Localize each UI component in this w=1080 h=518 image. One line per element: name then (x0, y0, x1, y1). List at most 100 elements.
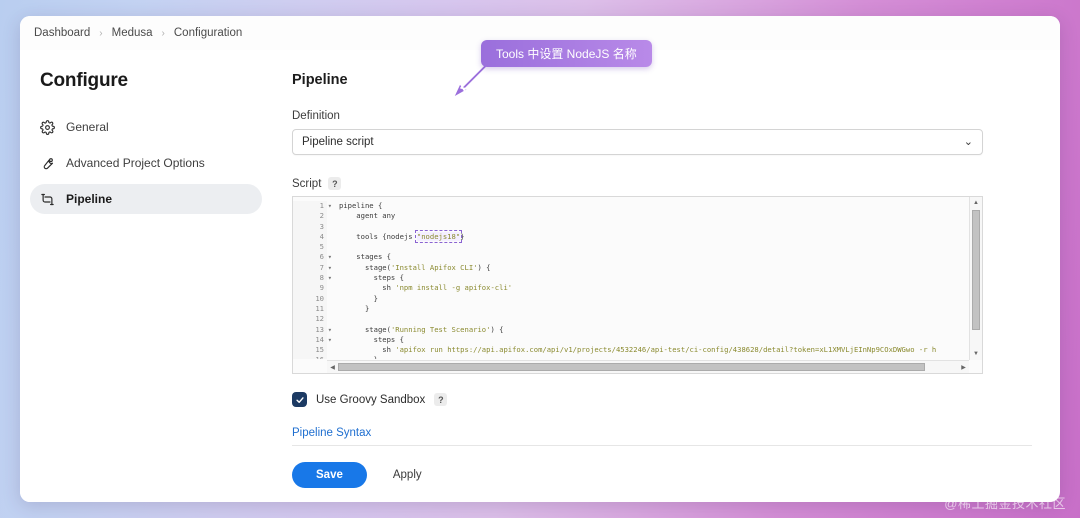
code-line: 16 } (293, 355, 968, 359)
code-line-text: agent any (339, 211, 396, 221)
pipeline-icon (40, 192, 55, 207)
scroll-left-icon[interactable]: ◀ (327, 361, 338, 373)
code-line-number: 13 ▾ (293, 324, 332, 335)
editor-horizontal-scrollbar[interactable]: ◀ ▶ (327, 360, 969, 373)
code-line-number: 9 (293, 283, 327, 294)
vertical-scroll-thumb[interactable] (972, 210, 980, 330)
definition-label: Definition (292, 110, 340, 122)
help-icon[interactable]: ? (434, 393, 448, 406)
script-editor-content: 1 ▾ pipeline {2 agent any 3 4 tools {nodejs … (293, 197, 968, 359)
code-line-number: 4 (293, 231, 327, 243)
code-line-text: } (327, 355, 378, 359)
code-line: 5 (293, 242, 968, 253)
code-line: 8 ▾ steps { (293, 273, 968, 284)
code-line-text: sh 'apifox run https://api.apifox.com/ap… (339, 345, 937, 355)
code-line: 3 (293, 221, 968, 232)
horizontal-scroll-thumb[interactable] (338, 363, 925, 371)
script-label-row: Script ? (292, 177, 1032, 190)
page-title: Configure (40, 70, 128, 91)
breadcrumb-item-configuration[interactable]: Configuration (174, 27, 242, 39)
code-line-text (327, 314, 339, 324)
scroll-down-icon[interactable]: ▼ (970, 348, 982, 360)
code-line-text: stages { (339, 252, 391, 262)
code-line-text: stage('Install Apifox CLI') { (339, 262, 491, 272)
code-string-literal: 'npm install -g apifox-cli' (395, 283, 513, 293)
gear-icon (40, 119, 55, 135)
code-line: 15 sh 'apifox run https://api.apifox.com… (293, 345, 968, 356)
code-line-text: steps { (339, 334, 404, 344)
help-icon[interactable]: ? (328, 177, 342, 190)
save-button[interactable]: Save (292, 462, 367, 488)
code-line-text: sh 'npm install -g apifox-cli' (339, 283, 513, 293)
code-line-number: 1 ▾ (293, 201, 332, 212)
code-line: 10 } (293, 293, 968, 304)
code-fold-icon[interactable]: ▾ (328, 335, 332, 345)
configuration-window: Dashboard › Medusa › Configuration Confi… (20, 16, 1060, 502)
code-line-text: stage('Running Test Scenario') { (339, 324, 504, 334)
sidebar-item-label: General (66, 120, 109, 134)
breadcrumb-item-medusa[interactable]: Medusa (112, 27, 153, 39)
editor-vertical-scrollbar[interactable]: ▲ ▼ (969, 197, 982, 360)
code-line-number: 12 (293, 314, 327, 325)
breadcrumb-separator-icon: › (161, 27, 165, 39)
code-line-text: } (339, 303, 370, 313)
code-line: 2 agent any (293, 211, 968, 222)
annotation-callout: Tools 中设置 NodeJS 名称 (481, 40, 652, 67)
sidebar-item-label: Advanced Project Options (66, 156, 205, 170)
code-line-number: 7 ▾ (293, 262, 332, 274)
scroll-up-icon[interactable]: ▲ (970, 197, 982, 209)
scroll-right-icon[interactable]: ▶ (958, 361, 969, 373)
code-line-text: tools {nodejs "nodejs18"} (339, 229, 465, 243)
code-fold-icon[interactable]: ▾ (328, 252, 332, 262)
breadcrumb-separator-icon: › (99, 27, 103, 39)
window-body: Configure General Advanced Project Optio… (20, 40, 1060, 502)
definition-select-value: Pipeline script (302, 136, 374, 148)
code-line: 4 tools {nodejs "nodejs18"} (293, 229, 968, 243)
sidebar-item-label: Pipeline (66, 192, 113, 206)
code-line-number: 10 (293, 293, 327, 304)
script-editor[interactable]: 1 ▾ pipeline {2 agent any 3 4 tools {nodejs … (292, 196, 983, 374)
script-label: Script (292, 177, 322, 190)
code-line-text (327, 242, 339, 252)
code-fold-icon[interactable]: ▾ (328, 263, 332, 273)
groovy-sandbox-row: Use Groovy Sandbox ? (292, 392, 1032, 407)
sidebar-item-general[interactable]: General (30, 112, 262, 142)
code-line: 9 sh 'npm install -g apifox-cli' (293, 283, 968, 294)
code-string-literal: 'apifox run https://api.apifox.com/api/v… (395, 345, 937, 355)
sidebar-item-pipeline[interactable]: Pipeline (30, 184, 262, 214)
code-line-number: 2 (293, 211, 327, 222)
definition-select[interactable]: Pipeline script ⌄ (292, 129, 983, 155)
chevron-down-icon: ⌄ (963, 135, 973, 148)
watermark: @稀土掘金技术社区 (944, 496, 1066, 511)
code-fold-icon[interactable]: ▾ (328, 325, 332, 335)
highlighted-token: "nodejs18" (414, 229, 463, 243)
breadcrumb-item-dashboard[interactable]: Dashboard (34, 27, 90, 39)
pipeline-syntax-link[interactable]: Pipeline Syntax (292, 427, 371, 439)
code-line-text: pipeline { (339, 201, 383, 210)
code-line: 12 (293, 314, 968, 325)
code-fold-icon[interactable]: ▾ (328, 201, 332, 211)
code-line-text (327, 222, 339, 232)
code-string-literal: 'Install Apifox CLI' (390, 262, 478, 272)
code-line-number: 11 (293, 303, 327, 315)
code-line-number: 14 ▾ (293, 334, 332, 346)
apply-button[interactable]: Apply (375, 462, 440, 488)
footer-divider (292, 445, 1032, 446)
sidebar-item-advanced-project-options[interactable]: Advanced Project Options (30, 148, 262, 178)
code-line: 13 ▾ stage('Running Test Scenario') { (293, 324, 968, 335)
code-line: 11 } (293, 303, 968, 315)
code-fold-icon[interactable]: ▾ (328, 273, 332, 283)
code-line-number: 5 (293, 242, 327, 253)
code-line-number: 15 (293, 345, 327, 356)
code-line-number: 8 ▾ (293, 273, 332, 284)
code-string-literal: 'Running Test Scenario' (390, 324, 491, 334)
main-panel: Pipeline Definition Pipeline script ⌄ Sc… (272, 40, 1060, 502)
section-title: Pipeline (292, 72, 348, 88)
code-line: 14 ▾ steps { (293, 334, 968, 346)
code-line-number: 16 (293, 355, 327, 359)
use-groovy-sandbox-checkbox[interactable] (292, 392, 307, 407)
wrench-icon (40, 156, 55, 171)
code-line: 1 ▾ pipeline { (293, 201, 968, 212)
code-line-number: 6 ▾ (293, 252, 332, 263)
code-line-text: steps { (339, 273, 404, 283)
